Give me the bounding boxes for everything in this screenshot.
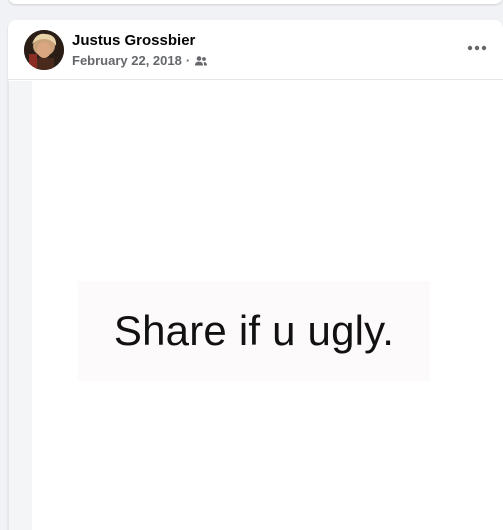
more-options-icon xyxy=(467,45,487,51)
media-border-strip xyxy=(8,81,32,530)
more-options-button[interactable] xyxy=(463,34,491,62)
previous-post-card xyxy=(8,0,503,4)
media-image: Share if u ugly. xyxy=(32,81,503,530)
meme-text-block: Share if u ugly. xyxy=(78,281,430,381)
avatar-image xyxy=(24,30,64,70)
post-media[interactable]: Share if u ugly. xyxy=(8,81,503,530)
post-date[interactable]: February 22, 2018 xyxy=(72,53,182,68)
post-card: Justus Grossbier February 22, 2018 · Sha… xyxy=(8,20,503,530)
post-header: Justus Grossbier February 22, 2018 · xyxy=(8,20,503,80)
friends-icon[interactable] xyxy=(194,54,208,68)
meta-separator: · xyxy=(185,53,191,68)
avatar[interactable] xyxy=(24,30,64,70)
author-name[interactable]: Justus Grossbier xyxy=(72,32,195,49)
post-meta: February 22, 2018 · xyxy=(72,53,208,68)
meme-text: Share if u ugly. xyxy=(113,307,395,354)
